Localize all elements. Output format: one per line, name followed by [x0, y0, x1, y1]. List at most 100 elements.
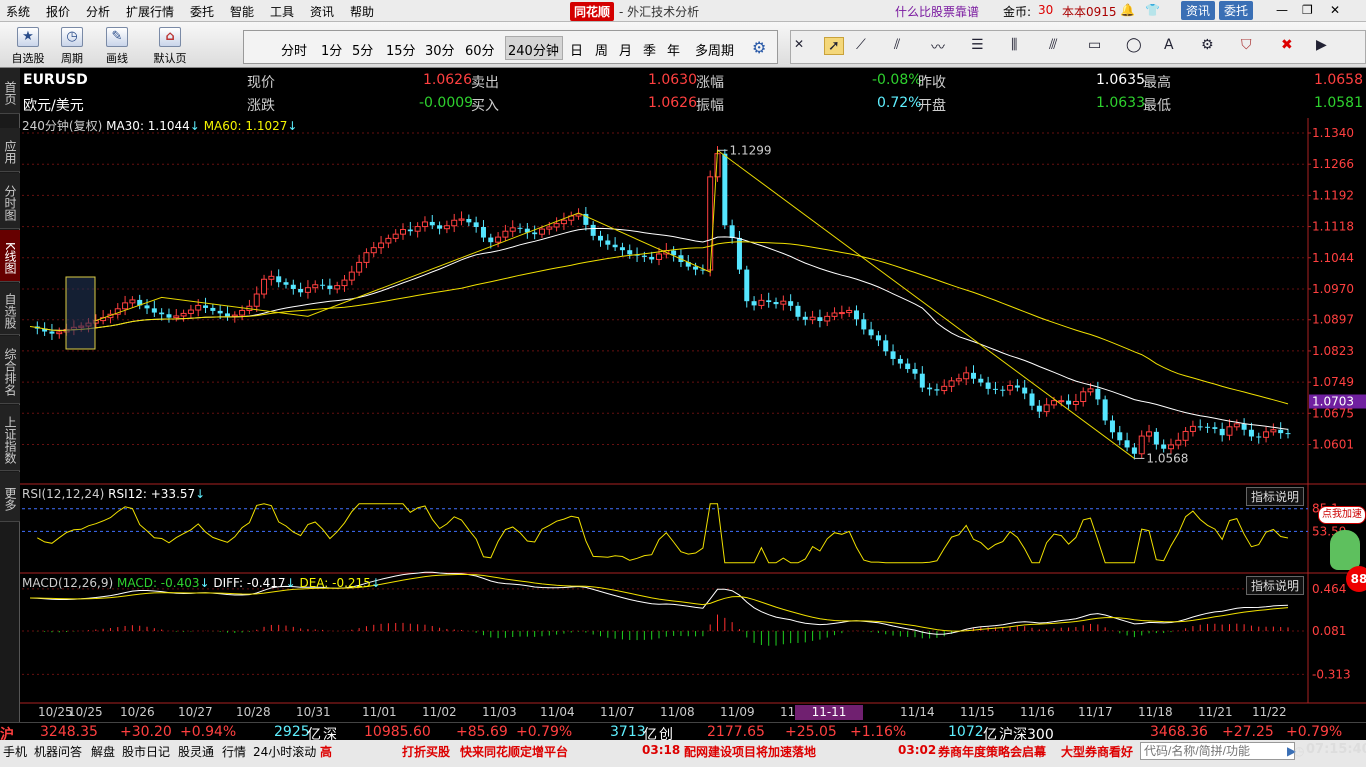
clock-face-icon: ◷: [1294, 744, 1305, 758]
candle-down: [1117, 432, 1123, 441]
candle-up: [348, 271, 355, 281]
candle-down: [1095, 388, 1101, 400]
status-24h[interactable]: 24小时滚动: [253, 743, 316, 760]
x-tick-label: 10/31: [296, 705, 331, 719]
candle-up: [1087, 388, 1094, 393]
candle-up: [1072, 401, 1079, 405]
price-tick-label: 1.1192: [1312, 188, 1354, 202]
news-headline-1[interactable]: 配网建设项目将加速落地: [684, 743, 816, 760]
candle-down: [298, 288, 304, 293]
selection-box: [65, 276, 96, 350]
candle-down: [224, 313, 230, 317]
status-mobile[interactable]: 手机: [3, 743, 27, 760]
status-market[interactable]: 行情: [222, 743, 246, 760]
sh-value[interactable]: 3248.35: [40, 724, 98, 740]
rsi-legend: RSI(12,12,24) RSI12: +33.57↓: [22, 487, 205, 501]
candle-up: [1182, 430, 1189, 441]
candle-down: [203, 305, 209, 308]
news-headline-3[interactable]: 大型券商看好: [1061, 743, 1133, 760]
search-input[interactable]: [1140, 742, 1295, 760]
notification-badge[interactable]: 88: [1346, 566, 1366, 592]
ma-period-label: 240分钟(复权): [22, 119, 103, 133]
candle-up: [553, 223, 560, 228]
hs300-pct: +0.79%: [1286, 724, 1343, 740]
candle-up: [1189, 425, 1196, 432]
candle-down: [883, 340, 889, 352]
candle-up: [173, 315, 180, 319]
status-ad1[interactable]: 打折买股: [402, 743, 450, 760]
news-headline-2[interactable]: 券商年度策略会启幕: [938, 743, 1046, 760]
candle-up: [941, 385, 948, 392]
candle-down: [890, 351, 896, 359]
candle-up: [392, 233, 399, 239]
candle-down: [1124, 440, 1130, 448]
candle-down: [1219, 428, 1225, 436]
candle-down: [1131, 447, 1137, 454]
candle-up: [334, 285, 341, 290]
candle-down: [912, 369, 918, 374]
sz-value[interactable]: 10985.60: [364, 724, 431, 740]
speed-up-button[interactable]: 点我加速: [1318, 506, 1366, 524]
candle-down: [1036, 405, 1042, 412]
hs-amount: 1072: [948, 724, 984, 740]
down-arrow-icon: ↓: [189, 119, 200, 133]
status-diary[interactable]: 股市日记: [122, 743, 170, 760]
candle-up: [458, 218, 465, 221]
status-ad2[interactable]: 快来同花顺定增平台: [460, 743, 568, 760]
hs300-value[interactable]: 3468.36: [1150, 724, 1208, 740]
candle-down: [437, 225, 443, 229]
trough-label: 1.0568: [1146, 451, 1188, 465]
cy-value[interactable]: 2177.65: [707, 724, 765, 740]
candle-down: [466, 218, 472, 223]
status-stock-tips[interactable]: 股灵通: [178, 743, 214, 760]
candle-up: [400, 229, 407, 235]
candle-down: [1241, 423, 1247, 430]
candle-down: [861, 319, 867, 330]
candle-up: [1080, 391, 1087, 403]
candle-up: [443, 225, 450, 230]
candle-down: [480, 226, 486, 238]
candle-up: [253, 293, 260, 307]
candle-down: [1205, 426, 1211, 428]
rsi-help-button[interactable]: 指标说明: [1245, 487, 1304, 506]
candle-down: [649, 256, 655, 260]
candle-down: [1212, 427, 1218, 429]
rsi-line: [37, 503, 1289, 564]
hs300-change: +27.25: [1222, 724, 1274, 740]
price-tick-label: 1.1044: [1312, 251, 1354, 265]
ma30-line: [44, 227, 1289, 430]
candle-up: [1270, 429, 1277, 433]
candle-up: [560, 219, 567, 225]
candle-down: [290, 284, 296, 289]
candle-up: [1263, 431, 1270, 438]
candle-down: [166, 314, 172, 318]
candle-up: [304, 287, 311, 293]
diff-value: DIFF: -0.417: [213, 576, 286, 590]
price-tick-label: 1.0897: [1312, 313, 1354, 327]
candle-up: [268, 275, 275, 280]
candle-down: [1014, 385, 1020, 388]
candle-down: [327, 285, 333, 289]
x-tick-label: 11/09: [720, 705, 755, 719]
candle-up: [122, 302, 129, 310]
x-tick-label: 11/08: [660, 705, 695, 719]
candle-down: [488, 237, 494, 243]
candle-down: [590, 224, 596, 236]
status-qa[interactable]: 机器问答: [34, 743, 82, 760]
candle-down: [693, 266, 699, 270]
trend-line: [95, 149, 1135, 459]
kline-chart[interactable]: 1.1340 1.1266 1.1192 1.1118 1.1044 1.0970 1.08…: [0, 0, 1366, 767]
candle-down: [210, 307, 216, 311]
macd-help-button[interactable]: 指标说明: [1245, 576, 1304, 595]
candle-up: [831, 312, 838, 317]
candle-down: [1161, 444, 1167, 449]
status-analysis[interactable]: 解盘: [91, 743, 115, 760]
candle-up: [1167, 444, 1174, 450]
candle-down: [1102, 399, 1108, 421]
mascot-icon[interactable]: [1330, 530, 1360, 570]
candle-up: [955, 378, 962, 382]
current-price-label: 1.0703: [1312, 395, 1354, 409]
price-tick-label: 1.1118: [1312, 220, 1354, 234]
candle-down: [868, 329, 874, 336]
candle-down: [407, 229, 413, 232]
